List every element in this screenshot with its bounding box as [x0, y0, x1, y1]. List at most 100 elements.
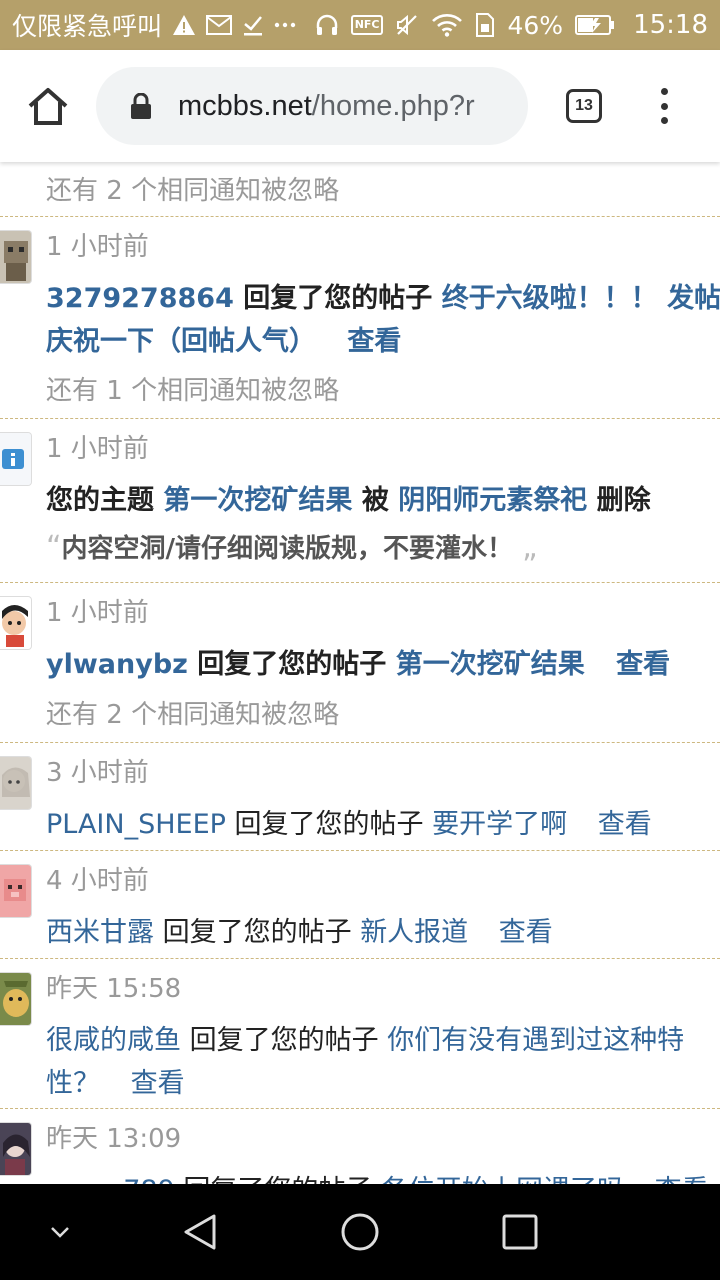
avatar[interactable] [0, 596, 32, 650]
post-link[interactable]: 第一次挖矿结果 [396, 649, 585, 680]
list-item: 1 小时前 您的主题 第一次挖矿结果 被 阴阳师元素祭祀 删除 “内容空洞/请仔… [0, 428, 720, 578]
notification-text: wawa789 回复了您的帖子 各位开始上网课了吗 查看 [46, 1168, 709, 1184]
back-icon[interactable] [176, 1208, 224, 1256]
operator-link[interactable]: 阴阳师元素祭祀 [398, 485, 587, 516]
view-link[interactable]: 查看 [347, 326, 401, 357]
navigation-bar [0, 1184, 720, 1280]
lock-icon [130, 92, 152, 119]
avatar[interactable] [0, 972, 32, 1026]
divider [0, 1108, 720, 1109]
notification-text: ylwanybz 回复了您的帖子 第一次挖矿结果 查看 [46, 642, 670, 681]
avatar[interactable] [0, 864, 32, 918]
result-text: 删除 [596, 485, 651, 516]
nfc-icon: NFC [350, 10, 384, 40]
headset-icon [315, 10, 339, 40]
battery-charging-icon [575, 10, 615, 40]
avatar[interactable] [0, 756, 32, 810]
user-link[interactable]: 很咸的咸鱼 [46, 1025, 181, 1056]
view-link[interactable]: 查看 [131, 1068, 185, 1099]
notification-time: 3 小时前 [46, 758, 149, 788]
reason-text: 内容空洞/请仔细阅读版规，不要灌水！ [61, 534, 514, 564]
ignored-notice: 还有 2 个相同通知被忽略 [46, 176, 340, 206]
list-item: 昨天 13:09 wawa789 回复了您的帖子 各位开始上网课了吗 查看 [0, 1118, 720, 1184]
download-done-icon [242, 10, 264, 40]
divider [0, 216, 720, 217]
battery-percent: 46% [507, 10, 564, 40]
post-link-cont[interactable]: 庆祝一下（回帖人气） [46, 326, 316, 357]
action-text: 回复了您的帖子 [189, 1025, 379, 1056]
browser-toolbar: mcbbs.net/home.php?r 13 [0, 50, 720, 162]
carrier-label: 仅限紧急呼叫 [12, 12, 163, 41]
overflow-menu-icon[interactable] [654, 86, 674, 126]
post-link[interactable]: 你们有没有遇到过这种特 [387, 1025, 684, 1056]
notification-time: 昨天 15:58 [46, 974, 182, 1004]
action-text: 回复了您的帖子 [243, 283, 433, 314]
more-icon [274, 10, 296, 40]
post-link[interactable]: 终于六级啦！！！ 发帖 [442, 283, 720, 314]
recents-icon[interactable] [496, 1208, 544, 1256]
ignored-notice: 还有 2 个相同通知被忽略 [46, 700, 340, 730]
view-link[interactable]: 查看 [655, 1175, 709, 1184]
close-quote: „ [522, 530, 538, 565]
by-text: 被 [361, 485, 389, 516]
user-link[interactable]: ylwanybz [46, 649, 188, 680]
sim-icon [475, 10, 495, 40]
post-link[interactable]: 各位开始上网课了吗 [381, 1175, 624, 1184]
hide-nav-icon[interactable] [36, 1208, 84, 1256]
list-item: 1 小时前 ylwanybz 回复了您的帖子 第一次挖矿结果 查看 还有 2 个… [0, 592, 720, 732]
view-link[interactable]: 查看 [499, 917, 553, 948]
post-link[interactable]: 第一次挖矿结果 [163, 485, 352, 516]
divider [0, 418, 720, 419]
wifi-icon [431, 10, 463, 40]
warning-icon [172, 10, 196, 40]
notification-text-line2: 性？ 查看 [46, 1061, 185, 1100]
list-item: 1 小时前 3279278864 回复了您的帖子 终于六级啦！！！ 发帖 庆祝一… [0, 226, 720, 406]
avatar[interactable] [0, 1122, 32, 1176]
avatar[interactable] [0, 432, 32, 486]
notification-text: PLAIN_SHEEP 回复了您的帖子 要开学了啊 查看 [46, 802, 652, 841]
mute-icon [395, 10, 419, 40]
list-item: 昨天 15:58 很咸的咸鱼 回复了您的帖子 你们有没有遇到过这种特 性？ 查看 [0, 968, 720, 1108]
divider [0, 958, 720, 959]
open-quote: “ [46, 530, 62, 565]
delete-reason: “内容空洞/请仔细阅读版规，不要灌水！ „ [46, 528, 538, 565]
prefix-text: 您的主题 [46, 485, 154, 516]
clock: 15:18 [633, 10, 708, 40]
notification-text: 3279278864 回复了您的帖子 终于六级啦！！！ 发帖 [46, 276, 720, 315]
list-item: 4 小时前 西米甘露 回复了您的帖子 新人报道 查看 [0, 860, 720, 958]
action-text: 回复了您的帖子 [197, 649, 387, 680]
status-bar: 仅限紧急呼叫 NFC 46% 15:18 [0, 0, 720, 50]
notification-text: 您的主题 第一次挖矿结果 被 阴阳师元素祭祀 删除 [46, 478, 651, 517]
divider [0, 742, 720, 743]
notification-text-line2: 庆祝一下（回帖人气） 查看 [46, 319, 401, 358]
notification-list: 还有 2 个相同通知被忽略 1 小时前 3279278864 回复了您的帖子 终… [0, 162, 720, 1184]
divider [0, 850, 720, 851]
action-text: 回复了您的帖子 [183, 1175, 372, 1184]
divider [0, 582, 720, 583]
user-link[interactable]: wawa789 [46, 1175, 175, 1184]
post-link[interactable]: 要开学了啊 [432, 809, 567, 840]
url-text: mcbbs.net/home.php?r [178, 89, 475, 122]
notification-time: 1 小时前 [46, 598, 149, 628]
home-nav-icon[interactable] [336, 1208, 384, 1256]
user-link[interactable]: 西米甘露 [46, 917, 154, 948]
notification-time: 4 小时前 [46, 866, 149, 896]
user-link[interactable]: 3279278864 [46, 283, 234, 314]
list-item: 3 小时前 PLAIN_SHEEP 回复了您的帖子 要开学了啊 查看 [0, 752, 720, 850]
action-text: 回复了您的帖子 [234, 809, 424, 840]
notification-time: 1 小时前 [46, 232, 149, 262]
user-link[interactable]: PLAIN_SHEEP [46, 809, 226, 840]
post-link[interactable]: 新人报道 [360, 917, 468, 948]
action-text: 回复了您的帖子 [162, 917, 352, 948]
notification-time: 昨天 13:09 [46, 1124, 182, 1154]
home-icon[interactable] [26, 86, 70, 126]
avatar[interactable] [0, 230, 32, 284]
view-link[interactable]: 查看 [598, 809, 652, 840]
notification-text: 很咸的咸鱼 回复了您的帖子 你们有没有遇到过这种特 [46, 1018, 684, 1057]
url-bar[interactable]: mcbbs.net/home.php?r [96, 67, 528, 145]
tab-switcher-button[interactable]: 13 [566, 89, 602, 123]
view-link[interactable]: 查看 [616, 649, 670, 680]
notification-time: 1 小时前 [46, 434, 149, 464]
mail-icon [206, 10, 233, 40]
post-link-cont[interactable]: 性？ [46, 1068, 100, 1099]
